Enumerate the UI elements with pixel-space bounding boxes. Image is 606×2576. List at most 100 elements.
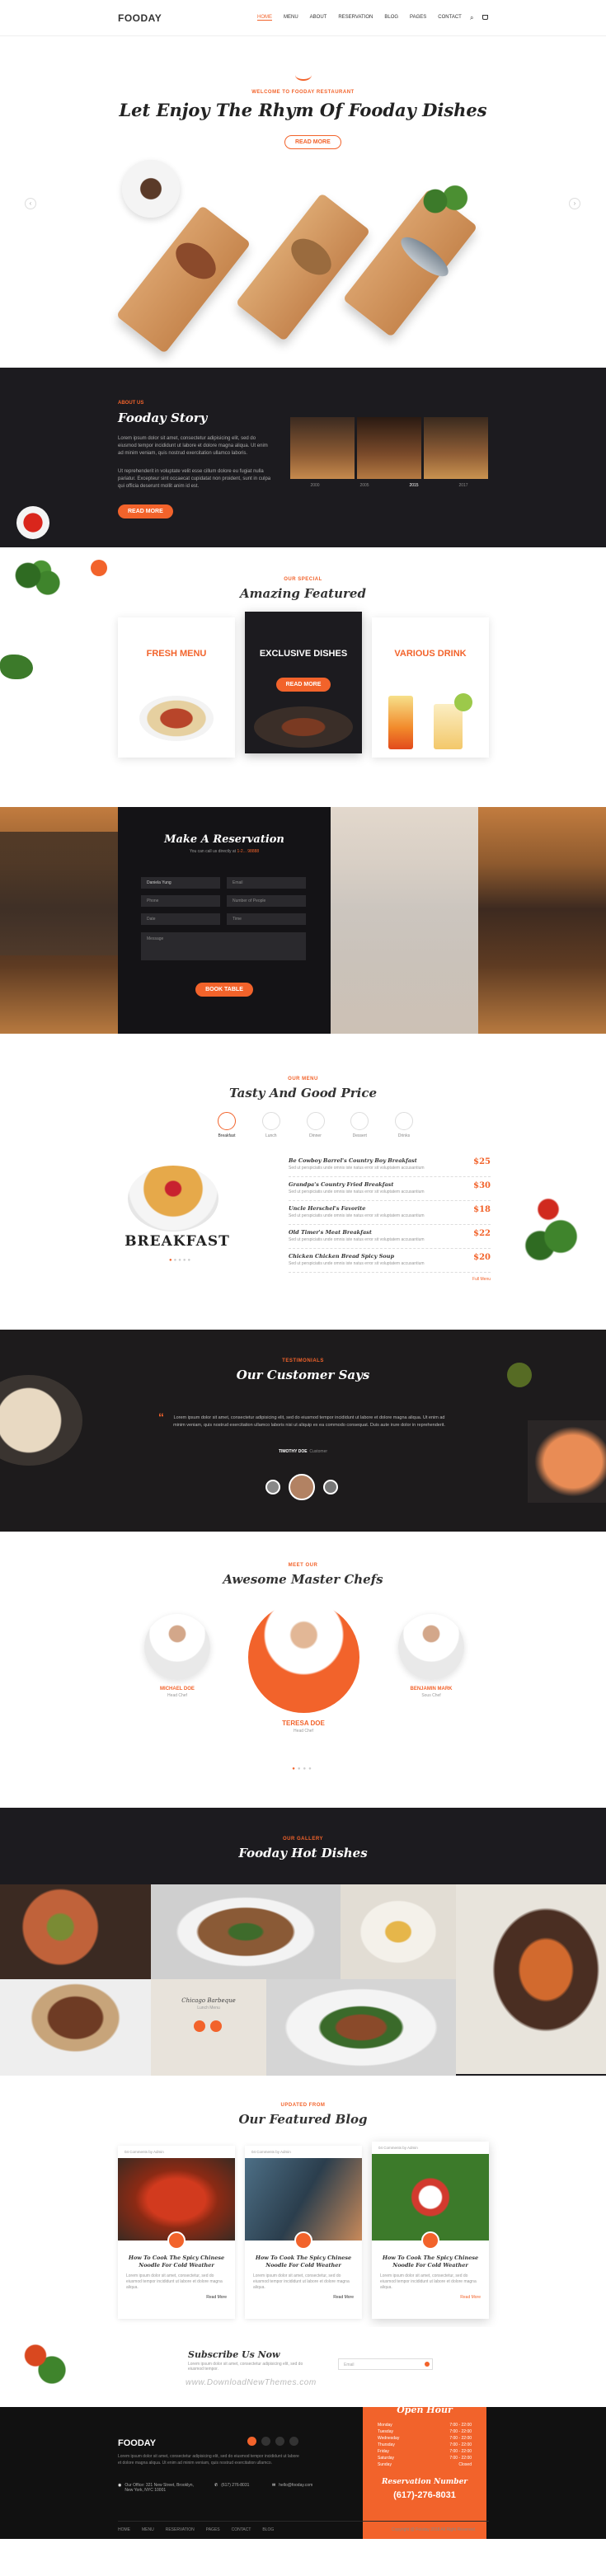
email-field[interactable]: Email	[227, 877, 306, 889]
tab-breakfast[interactable]: Breakfast	[210, 1112, 243, 1138]
nav-pages[interactable]: PAGES	[410, 15, 426, 21]
read-more-link[interactable]: Read More	[245, 2295, 362, 2300]
timeline-year[interactable]: 2015	[409, 483, 418, 488]
people-field[interactable]: Number of People	[227, 895, 306, 907]
feature-card[interactable]: VARIOUS DRINK	[372, 617, 489, 758]
blog-image	[118, 2158, 235, 2241]
footer-logo[interactable]: FOODAY	[118, 2438, 156, 2448]
gallery-image[interactable]	[0, 1884, 151, 1979]
timeline-year[interactable]: 2000	[310, 483, 319, 488]
book-table-button[interactable]: BOOK TABLE	[118, 980, 331, 997]
gallery-image[interactable]	[0, 1979, 151, 2076]
nav-home[interactable]: HOME	[257, 15, 272, 21]
google-plus-icon[interactable]	[289, 2437, 298, 2446]
menu-item[interactable]: Old Timer's Meat Breakfast Sed ut perspi…	[289, 1229, 491, 1249]
name-field[interactable]: Daniela Yung	[141, 877, 220, 889]
read-more-link[interactable]: Read More	[118, 2295, 235, 2300]
footer-nav-item[interactable]: PAGES	[206, 2527, 220, 2532]
story-read-more-button[interactable]: READ MORE	[118, 502, 173, 518]
menu-item[interactable]: Uncle Herschel's Favorite Sed ut perspic…	[289, 1205, 491, 1225]
menu-item[interactable]: Chicken Chicken Bread Spicy Soup Sed ut …	[289, 1253, 491, 1273]
link-icon[interactable]	[194, 2020, 205, 2032]
menu-item[interactable]: Grandpa's Country Fried Breakfast Sed ut…	[289, 1181, 491, 1201]
footer-nav: HOME MENU RESERVATION PAGES CONTACT BLOG	[118, 2527, 274, 2532]
slider-prev-arrow[interactable]: ‹	[25, 198, 36, 209]
featured-section: OUR SPECIAL Amazing Featured FRESH MENU …	[0, 547, 606, 807]
nav-about[interactable]: ABOUT	[310, 15, 327, 21]
timeline-labels: 2000 2005 2015 2017	[290, 483, 488, 488]
footer-nav-item[interactable]: HOME	[118, 2527, 130, 2532]
chef-card[interactable]: TERESA DOE Head Chef	[246, 1602, 361, 1734]
nav-menu[interactable]: MENU	[284, 15, 298, 21]
twitter-icon[interactable]	[261, 2437, 270, 2446]
newsletter-email-input[interactable]: Email	[338, 2358, 433, 2370]
gallery-image[interactable]: Chicago Barbeque Lunch Menu	[151, 1979, 266, 2076]
blog-card[interactable]: 04 Comments by Admin How To Cook The Spi…	[118, 2146, 235, 2319]
mail-icon: ✉	[272, 2483, 276, 2488]
subscribe-submit-button[interactable]	[425, 2362, 430, 2367]
restaurant-photo[interactable]	[357, 417, 421, 479]
footer-nav-item[interactable]: MENU	[142, 2527, 154, 2532]
cart-icon[interactable]	[482, 15, 488, 20]
instagram-icon[interactable]	[275, 2437, 284, 2446]
slider-next-arrow[interactable]: ›	[569, 198, 580, 209]
read-more-link[interactable]: Read More	[372, 2295, 489, 2300]
date-field[interactable]: Date	[141, 913, 220, 925]
gallery-image[interactable]	[456, 1884, 606, 2074]
nav-contact[interactable]: CONTACT	[438, 15, 462, 21]
gallery-image[interactable]	[151, 1884, 341, 1979]
facebook-icon[interactable]	[247, 2437, 256, 2446]
blog-post-title[interactable]: How To Cook The Spicy Chinese Noodle For…	[372, 2250, 489, 2269]
phone-field[interactable]: Phone	[141, 895, 220, 907]
menu-carousel-dots[interactable]: ●●●●●	[169, 1258, 192, 1263]
timeline-year[interactable]: 2005	[359, 483, 369, 488]
timeline-year[interactable]: 2017	[458, 483, 467, 488]
logo[interactable]: FOODAY	[118, 12, 162, 24]
blog-card[interactable]: 04 Comments by Admin How To Cook The Spi…	[245, 2146, 362, 2319]
restaurant-photo[interactable]	[424, 417, 488, 479]
hours-row: Saturday 7:00 - 22:00	[378, 2456, 472, 2461]
gallery-overlay-sub: Lunch Menu	[197, 2006, 220, 2011]
search-icon[interactable]: ⌕	[470, 14, 473, 22]
opening-hours-card: Open Hour Monday 7:00 - 22:00 Tuesday 7:00…	[363, 2407, 486, 2539]
gallery-image[interactable]	[266, 1979, 456, 2076]
time-field[interactable]: Time	[227, 913, 306, 925]
nav-reservation[interactable]: RESERVATION	[338, 15, 373, 21]
feature-card[interactable]: FRESH MENU	[118, 617, 235, 758]
feature-card[interactable]: EXCLUSIVE DISHES READ MORE	[245, 612, 362, 753]
menu-item[interactable]: Be Cowboy Barrel's Country Boy Breakfast…	[289, 1157, 491, 1177]
avatar[interactable]	[265, 1480, 280, 1494]
hero-read-more-button[interactable]: READ MORE	[284, 133, 341, 149]
restaurant-photo[interactable]	[290, 417, 355, 479]
avatar[interactable]	[323, 1480, 338, 1494]
zoom-icon[interactable]	[210, 2020, 222, 2032]
site-footer: FOODAY Lorem ipsum dolor sit amet, conse…	[0, 2407, 606, 2539]
vegetables-image	[515, 1182, 598, 1273]
main-nav: HOME MENU ABOUT RESERVATION BLOG PAGES C…	[251, 15, 467, 21]
chefs-carousel-dots[interactable]: ●●●●	[0, 1767, 606, 1771]
blog-post-title[interactable]: How To Cook The Spicy Chinese Noodle For…	[118, 2250, 235, 2269]
footer-address: ◉ Our Office: 321 New Street, Brooklyn, N…	[118, 2483, 194, 2493]
footer-nav-item[interactable]: RESERVATION	[166, 2527, 195, 2532]
reservation-number[interactable]: (617)-276-8031	[363, 2490, 486, 2500]
footer-nav-item[interactable]: CONTACT	[232, 2527, 251, 2532]
feature-read-more-button[interactable]: READ MORE	[245, 675, 362, 692]
chef-card[interactable]: MICHAEL DOE Head Chef	[140, 1614, 214, 1698]
subscribe-section: Subscribe Us Now Lorem ipsum dolor sit a…	[0, 2327, 606, 2407]
calendar-icon	[421, 2231, 439, 2250]
blog-post-title[interactable]: How To Cook The Spicy Chinese Noodle For…	[245, 2250, 362, 2269]
message-field[interactable]: Message	[141, 932, 306, 960]
chef-card[interactable]: BENJAMIN MARK Sous Chef	[394, 1614, 468, 1698]
nav-blog[interactable]: BLOG	[384, 15, 398, 21]
tab-dessert[interactable]: Dessert	[343, 1112, 376, 1138]
avatar[interactable]	[289, 1474, 315, 1500]
footer-nav-item[interactable]: BLOG	[262, 2527, 274, 2532]
full-menu-link[interactable]: Full Menu	[289, 1277, 491, 1282]
blog-card[interactable]: 04 Comments by Admin How To Cook The Spi…	[372, 2142, 489, 2319]
fork-knife-icon	[295, 69, 312, 81]
feature-card-label: FRESH MENU	[146, 649, 207, 659]
tab-dinner[interactable]: Dinner	[299, 1112, 332, 1138]
tab-drinks[interactable]: Drinks	[388, 1112, 420, 1138]
gallery-image[interactable]	[341, 1884, 456, 1979]
tab-lunch[interactable]: Lunch	[255, 1112, 288, 1138]
